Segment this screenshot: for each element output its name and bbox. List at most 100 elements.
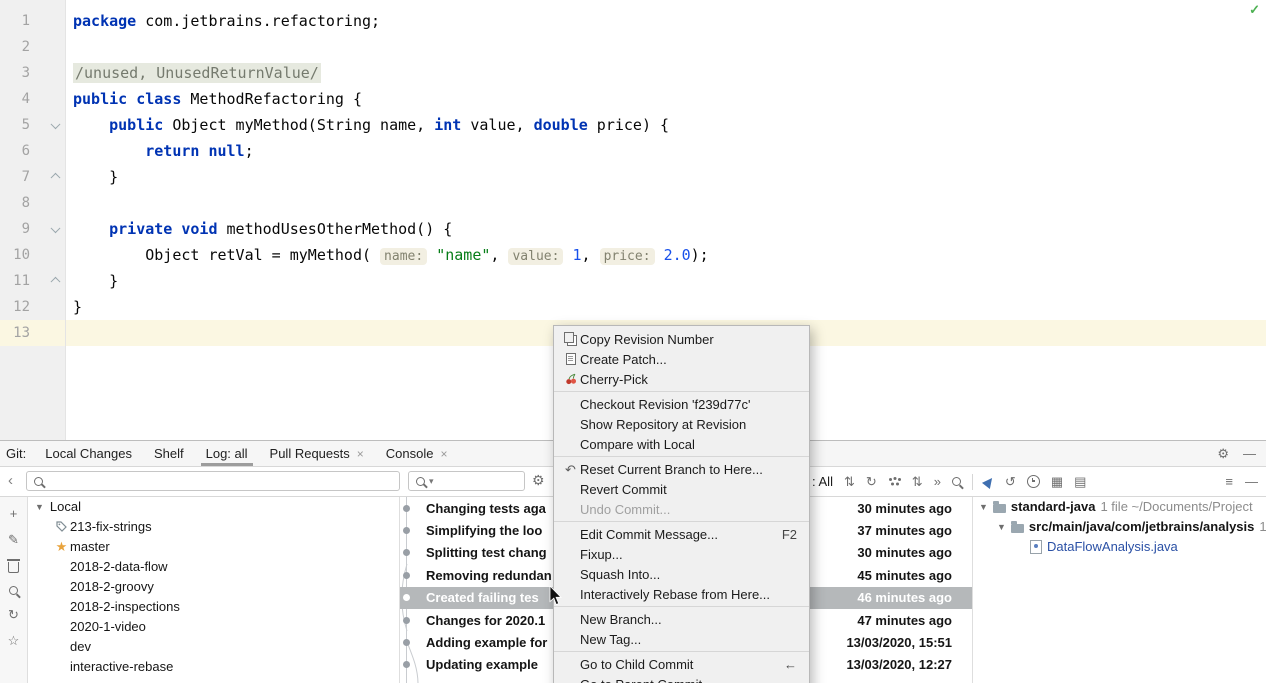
details-icon[interactable]: [888, 477, 901, 487]
menu-item[interactable]: Cherry-Pick: [554, 369, 809, 389]
branch-label: interactive-rebase: [70, 658, 174, 674]
code-token: package: [73, 12, 137, 30]
menu-icon-slot: [561, 373, 580, 385]
rollback-icon[interactable]: ↺: [1005, 475, 1016, 488]
menu-item[interactable]: Edit Commit Message... F2: [554, 524, 809, 544]
add-icon[interactable]: +: [10, 507, 18, 520]
file-row[interactable]: ▼ standard-java 1 file ~/Documents/Project: [973, 497, 1266, 517]
search-input[interactable]: [26, 471, 400, 491]
menu-item[interactable]: Squash Into...: [554, 564, 809, 584]
chevron-down-icon[interactable]: ▼: [997, 522, 1006, 532]
history-icon[interactable]: [1026, 475, 1040, 488]
menu-item[interactable]: New Tag...: [554, 629, 809, 649]
view-options-icon[interactable]: ≡: [1225, 475, 1233, 488]
git-label: Git:: [6, 446, 27, 461]
menu-item[interactable]: Fixup...: [554, 544, 809, 564]
branch-item[interactable]: interactive-rebase: [28, 656, 399, 676]
line-number: 2: [21, 39, 30, 55]
code-line[interactable]: package com.jetbrains.refactoring;: [66, 8, 1266, 34]
filter-settings-icon[interactable]: ⚙: [532, 472, 545, 489]
tab-pull-requests[interactable]: Pull Requests ×: [259, 441, 375, 466]
menu-item[interactable]: ↶ Reset Current Branch to Here...: [554, 459, 809, 479]
code-line[interactable]: /unused, UnusedReturnValue/: [66, 60, 1266, 86]
refresh-icon[interactable]: ↻: [8, 608, 19, 621]
menu-item[interactable]: Go to Parent Commit: [554, 674, 809, 683]
refresh-icon[interactable]: ↻: [866, 475, 877, 488]
code-line[interactable]: public Object myMethod(String name, int …: [66, 112, 1266, 138]
tab-local-changes[interactable]: Local Changes: [34, 441, 143, 466]
close-icon[interactable]: ×: [440, 447, 447, 461]
code-line[interactable]: Object retVal = myMethod( name: "name", …: [66, 242, 1266, 268]
delete-icon[interactable]: [6, 559, 20, 573]
tab-shelf[interactable]: Shelf: [143, 441, 195, 466]
find-icon[interactable]: [951, 477, 961, 486]
branch-item[interactable]: 2018-2-data-flow: [28, 557, 399, 577]
branch-item[interactable]: 2020-1-video: [28, 616, 399, 636]
sort-icon[interactable]: ⇅: [912, 475, 923, 488]
edit-icon[interactable]: ✎: [8, 533, 19, 546]
code-line[interactable]: private void methodUsesOtherMethod() {: [66, 216, 1266, 242]
menu-item-label: Copy Revision Number: [580, 331, 714, 347]
fold-close-icon[interactable]: [50, 276, 61, 287]
editor-icon[interactable]: ▤: [1074, 475, 1086, 488]
collapse-icon[interactable]: —: [1245, 475, 1258, 488]
chevron-down-icon[interactable]: ▼: [35, 502, 44, 512]
grid-icon[interactable]: ▦: [1051, 475, 1063, 488]
sort-icon[interactable]: ⇅: [844, 475, 855, 488]
fold-close-icon[interactable]: [50, 172, 61, 183]
tab-log-all[interactable]: Log: all: [195, 441, 259, 466]
code-line[interactable]: [66, 34, 1266, 60]
fold-open-icon[interactable]: [50, 119, 61, 130]
hide-icon[interactable]: —: [1243, 447, 1256, 460]
close-icon[interactable]: ×: [357, 447, 364, 461]
commit-time: 47 minutes ago: [857, 612, 952, 628]
file-label: src/main/java/com/jetbrains/analysis: [1028, 519, 1255, 535]
menu-item[interactable]: Copy Revision Number: [554, 329, 809, 349]
log-filter-input[interactable]: ▾: [408, 471, 525, 491]
tab-console[interactable]: Console ×: [375, 441, 459, 466]
settings-icon[interactable]: ⚙: [1217, 447, 1229, 460]
search-icon[interactable]: [9, 586, 18, 595]
menu-item[interactable]: Checkout Revision 'f239d77c': [554, 394, 809, 414]
menu-item[interactable]: Interactively Rebase from Here...: [554, 584, 809, 604]
menu-item[interactable]: Go to Child Commit ←: [554, 654, 809, 674]
filter-summary[interactable]: : All: [812, 474, 833, 489]
code-line[interactable]: }: [66, 268, 1266, 294]
menu-item[interactable]: New Branch...: [554, 609, 809, 629]
code-line[interactable]: public class MethodRefactoring {: [66, 86, 1266, 112]
branch-label: master: [70, 539, 110, 555]
branch-item[interactable]: ★ master: [28, 537, 399, 557]
branch-group-local[interactable]: ▼ Local: [28, 497, 399, 517]
menu-item[interactable]: Show Repository at Revision: [554, 414, 809, 434]
gutter-line: 5: [0, 112, 65, 138]
code-line[interactable]: [66, 190, 1266, 216]
inspections-ok-icon[interactable]: ✓: [1249, 2, 1260, 18]
menu-separator: [554, 456, 809, 457]
line-number: 13: [13, 325, 30, 341]
menu-shortcut: ←: [784, 656, 797, 672]
file-row[interactable]: ▼ src/main/java/com/jetbrains/analysis 1: [973, 517, 1266, 537]
fold-open-icon[interactable]: [50, 223, 61, 234]
branch-item[interactable]: dev: [28, 636, 399, 656]
file-row[interactable]: DataFlowAnalysis.java: [973, 537, 1266, 557]
changed-files-pane[interactable]: ▼ standard-java 1 file ~/Documents/Project…: [973, 497, 1266, 683]
back-chevron-icon[interactable]: ‹: [8, 472, 13, 489]
branches-pane[interactable]: ▼ Local 213-fix-strings ★ master 2018-2-data-…: [28, 497, 400, 683]
code-line[interactable]: }: [66, 164, 1266, 190]
branch-icon-slot: ★: [53, 539, 70, 555]
menu-item[interactable]: Revert Commit: [554, 479, 809, 499]
chevron-down-icon[interactable]: ▼: [979, 502, 988, 512]
branch-item[interactable]: 2018-2-groovy: [28, 577, 399, 597]
code-line[interactable]: }: [66, 294, 1266, 320]
chevron-down-icon[interactable]: ▾: [429, 476, 434, 487]
branch-item[interactable]: 213-fix-strings: [28, 517, 399, 537]
more-icon[interactable]: »: [934, 475, 941, 488]
branch-label: 2018-2-groovy: [70, 579, 154, 594]
navigate-icon[interactable]: [981, 474, 996, 489]
menu-item[interactable]: Create Patch...: [554, 349, 809, 369]
branch-item[interactable]: 2018-2-inspections: [28, 596, 399, 616]
code-line[interactable]: return null;: [66, 138, 1266, 164]
commit-node-icon: [403, 527, 410, 535]
menu-item[interactable]: Compare with Local: [554, 434, 809, 454]
favorite-icon[interactable]: ☆: [8, 634, 20, 647]
